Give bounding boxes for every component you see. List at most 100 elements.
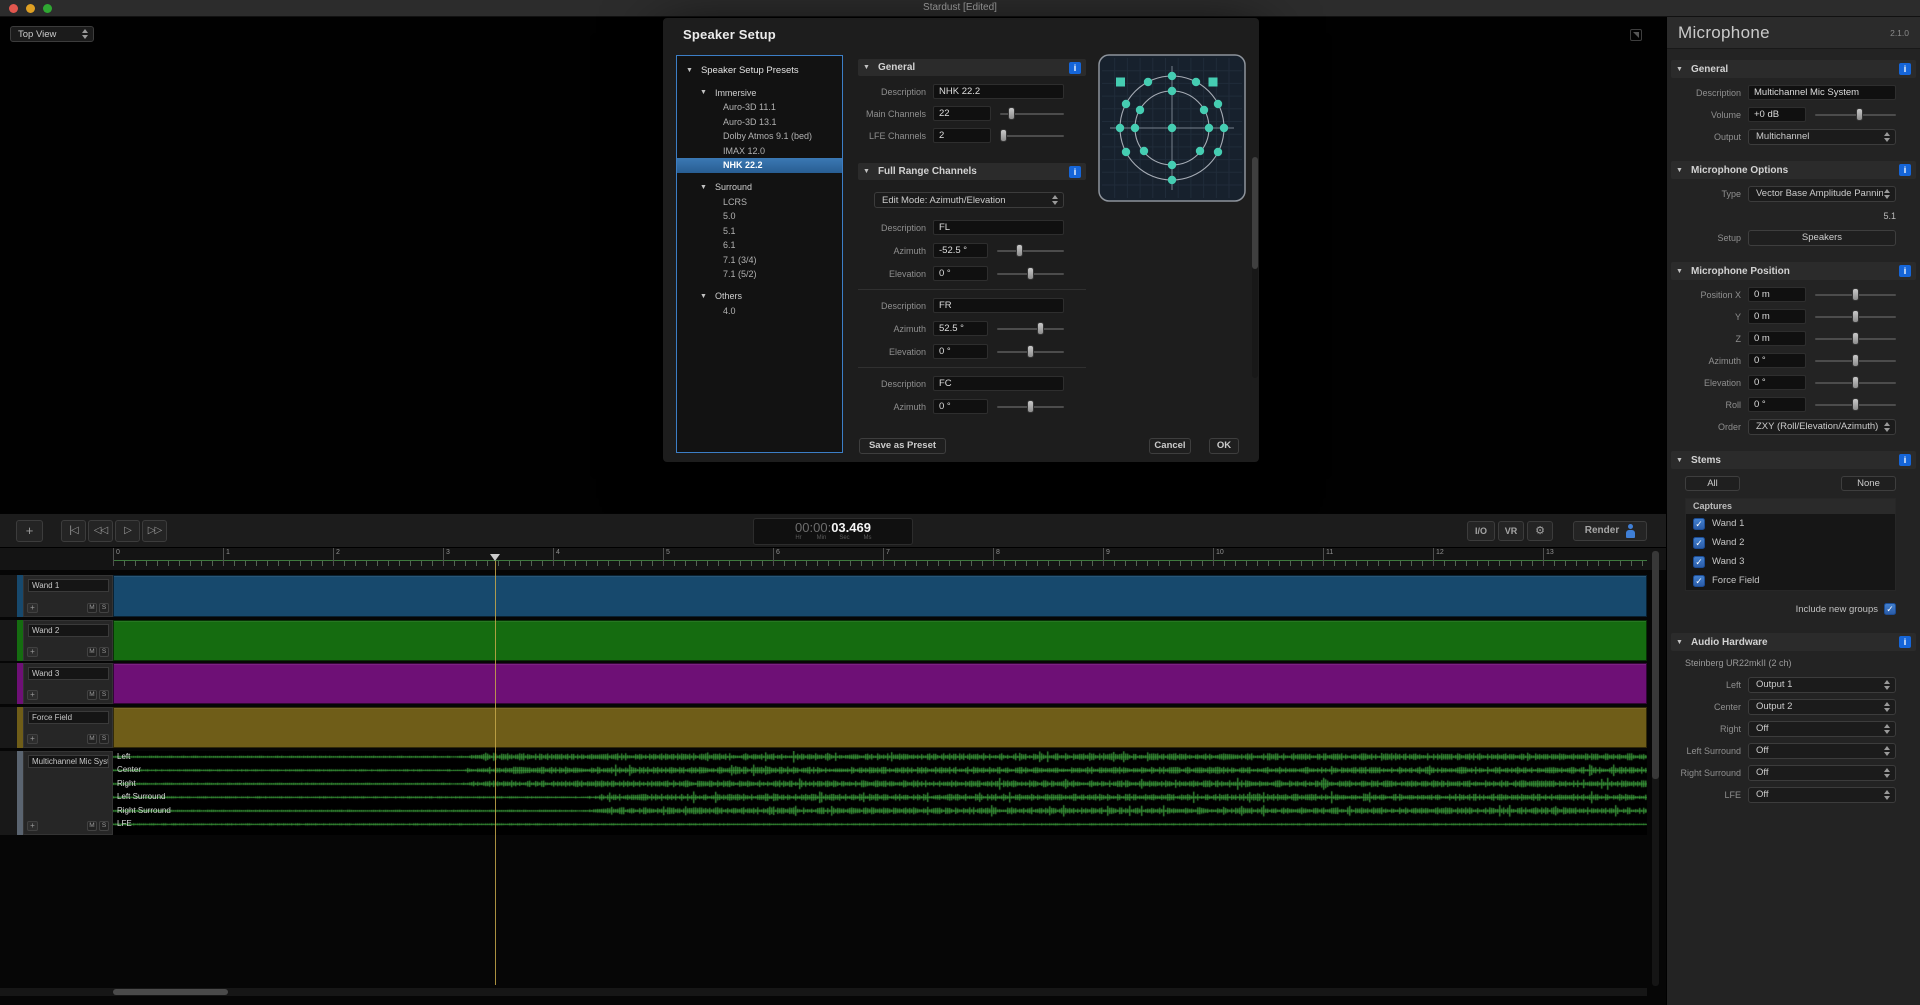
timeline-ruler[interactable]: 012345678910111213 — [0, 548, 1666, 570]
disclosure-triangle-icon[interactable]: ▼ — [700, 293, 707, 300]
left-surround-dropdown[interactable]: Off — [1748, 743, 1896, 759]
minimize-window-button[interactable] — [26, 4, 35, 13]
slider-thumb[interactable] — [1852, 354, 1859, 367]
io-button[interactable]: I/O — [1467, 521, 1495, 541]
type-dropdown[interactable]: Vector Base Amplitude Panning (V — [1748, 186, 1896, 202]
elevation-slider[interactable] — [997, 344, 1064, 359]
add-button[interactable]: + — [16, 520, 43, 542]
track-clip-wand-1[interactable] — [113, 575, 1647, 617]
slider-thumb[interactable] — [1852, 310, 1859, 323]
preset-item-6-1[interactable]: 6.1 — [677, 238, 842, 253]
azimuth-slider[interactable] — [997, 321, 1064, 336]
preset-group-immersive[interactable]: ▼Immersive — [677, 85, 842, 100]
track-header-box[interactable]: Multichannel Mic System+MS — [23, 751, 113, 835]
center-dropdown[interactable]: Output 2 — [1748, 699, 1896, 715]
all-button[interactable]: All — [1685, 476, 1740, 491]
preset-item-5-0[interactable]: 5.0 — [677, 209, 842, 224]
scrollbar-thumb[interactable] — [113, 989, 228, 995]
order-dropdown[interactable]: ZXY (Roll/Elevation/Azimuth) — [1748, 419, 1896, 435]
play-button[interactable]: ▷ — [115, 520, 140, 542]
slider-thumb[interactable] — [1016, 244, 1023, 257]
section-header-general[interactable]: ▼Generali — [858, 59, 1086, 76]
section-header-full-range-channels[interactable]: ▼Full Range Channelsi — [858, 163, 1086, 180]
fullscreen-icon[interactable] — [1630, 29, 1642, 41]
info-icon[interactable]: i — [1899, 636, 1911, 648]
mute-button[interactable]: M — [87, 821, 97, 831]
preset-item-7-1-5-2[interactable]: 7.1 (5/2) — [677, 267, 842, 282]
preset-item-7-1-3-4[interactable]: 7.1 (3/4) — [677, 253, 842, 268]
track-clip-wand-2[interactable] — [113, 620, 1647, 661]
info-icon[interactable]: i — [1899, 164, 1911, 176]
info-icon[interactable]: i — [1899, 454, 1911, 466]
settings-scrollbar[interactable] — [1252, 157, 1258, 378]
azimuth-value-input[interactable]: 0 ° — [933, 399, 988, 414]
output-dropdown[interactable]: Multichannel — [1748, 129, 1896, 145]
preset-item-4-0[interactable]: 4.0 — [677, 304, 842, 319]
azimuth-value-input[interactable]: -52.5 ° — [933, 243, 988, 258]
disclosure-triangle-icon[interactable]: ▼ — [686, 67, 693, 74]
track-name-input[interactable]: Wand 1 — [28, 579, 109, 592]
z-value-input[interactable]: 0 m — [1748, 331, 1806, 346]
track-name-input[interactable]: Wand 2 — [28, 624, 109, 637]
elevation-slider[interactable] — [1815, 375, 1896, 390]
zoom-window-button[interactable] — [43, 4, 52, 13]
info-icon[interactable]: i — [1899, 265, 1911, 277]
checkbox-checked-icon[interactable]: ✓ — [1693, 537, 1705, 549]
scrollbar-thumb[interactable] — [1252, 157, 1258, 269]
lfe-channels-slider[interactable] — [1000, 128, 1064, 143]
vr-button[interactable]: VR — [1498, 521, 1524, 541]
disclosure-triangle-icon[interactable]: ▼ — [700, 184, 707, 191]
main-channels-value-input[interactable]: 22 — [933, 106, 991, 121]
elevation-value-input[interactable]: 0 ° — [1748, 375, 1806, 390]
slider-thumb[interactable] — [1000, 129, 1007, 142]
track-clip-wand-3[interactable] — [113, 663, 1647, 704]
preset-group-others[interactable]: ▼Others — [677, 289, 842, 304]
disclosure-triangle-icon[interactable]: ▼ — [1676, 268, 1683, 275]
solo-button[interactable]: S — [99, 647, 109, 657]
section-header-stems[interactable]: ▼Stemsi — [1671, 451, 1916, 469]
azimuth-value-input[interactable]: 0 ° — [1748, 353, 1806, 368]
elevation-value-input[interactable]: 0 ° — [933, 344, 988, 359]
azimuth-slider[interactable] — [1815, 353, 1896, 368]
slider-thumb[interactable] — [1852, 376, 1859, 389]
mute-button[interactable]: M — [87, 603, 97, 613]
preset-item-5-1[interactable]: 5.1 — [677, 224, 842, 239]
slider-thumb[interactable] — [1856, 108, 1863, 121]
section-header-microphone-position[interactable]: ▼Microphone Positioni — [1671, 262, 1916, 280]
right-surround-dropdown[interactable]: Off — [1748, 765, 1896, 781]
track-add-button[interactable]: + — [27, 647, 38, 657]
roll-value-input[interactable]: 0 ° — [1748, 397, 1806, 412]
lfe-channels-value-input[interactable]: 2 — [933, 128, 991, 143]
horizontal-scrollbar[interactable] — [0, 988, 1647, 996]
azimuth-value-input[interactable]: 52.5 ° — [933, 321, 988, 336]
disclosure-triangle-icon[interactable]: ▼ — [1676, 639, 1683, 646]
speakers-button[interactable]: Speakers — [1748, 230, 1896, 246]
edit-mode-dropdown[interactable]: Edit Mode: Azimuth/Elevation — [874, 192, 1064, 208]
save-as-preset-button[interactable]: Save as Preset — [859, 438, 946, 454]
track-clip-multichannel-mic-system[interactable]: LeftCenterRightLeft SurroundRight Surrou… — [113, 751, 1647, 835]
presets-root-row[interactable]: ▼Speaker Setup Presets — [677, 62, 842, 78]
close-window-button[interactable] — [9, 4, 18, 13]
preset-item-dolby-atmos-9-1-bed[interactable]: Dolby Atmos 9.1 (bed) — [677, 129, 842, 144]
solo-button[interactable]: S — [99, 603, 109, 613]
solo-button[interactable]: S — [99, 734, 109, 744]
elevation-value-input[interactable]: 0 ° — [933, 266, 988, 281]
playhead-line[interactable] — [495, 561, 496, 985]
slider-thumb[interactable] — [1037, 322, 1044, 335]
disclosure-triangle-icon[interactable]: ▼ — [863, 168, 870, 175]
fast-forward-button[interactable]: ▷▷ — [142, 520, 167, 542]
checkbox-checked-icon[interactable]: ✓ — [1693, 556, 1705, 568]
capture-item-wand-1[interactable]: ✓Wand 1 — [1686, 514, 1895, 533]
render-button[interactable]: Render — [1573, 521, 1647, 541]
description-input[interactable]: Multichannel Mic System — [1748, 85, 1896, 100]
info-icon[interactable]: i — [1069, 166, 1081, 178]
mute-button[interactable]: M — [87, 690, 97, 700]
slider-thumb[interactable] — [1852, 288, 1859, 301]
volume-slider[interactable] — [1815, 107, 1896, 122]
preset-item-auro-3d-11-1[interactable]: Auro-3D 11.1 — [677, 100, 842, 115]
slider-thumb[interactable] — [1027, 267, 1034, 280]
none-button[interactable]: None — [1841, 476, 1896, 491]
main-channels-slider[interactable] — [1000, 106, 1064, 121]
info-icon[interactable]: i — [1899, 63, 1911, 75]
track-header-box[interactable]: Force Field+MS — [23, 707, 113, 748]
